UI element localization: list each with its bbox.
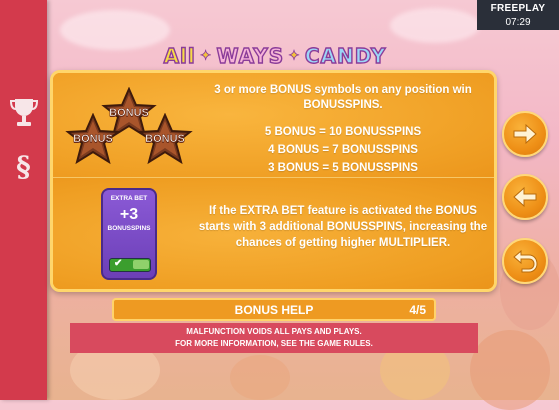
arrow-left-icon xyxy=(513,186,537,208)
extra-bet-description: If the EXTRA BET feature is activated th… xyxy=(198,205,488,249)
game-logo: All ✦ WAYS ✦ CANDY xyxy=(140,43,410,69)
logo-word-all: All xyxy=(163,43,196,68)
left-sidebar: § xyxy=(0,0,47,400)
extra-bet-unit: BONUSSPINS xyxy=(107,225,151,232)
help-title: BONUS HELP xyxy=(234,303,314,317)
bonus-star-label: BONUS xyxy=(145,133,185,146)
extra-bet-amount: +3 xyxy=(119,206,139,223)
clock: 07:29 xyxy=(505,17,531,28)
return-button[interactable] xyxy=(502,238,548,284)
bonus-rule-4: 4 BONUS = 7 BONUSSPINS xyxy=(268,144,418,156)
extra-bet-title: EXTRA BET xyxy=(110,195,148,202)
check-icon: ✔ xyxy=(114,258,123,269)
page-indicator: 4/5 xyxy=(409,303,426,317)
trophy-icon[interactable] xyxy=(0,96,47,135)
bonus-star-icon: BONUS xyxy=(65,113,121,165)
logo-star-icon: ✦ xyxy=(199,48,213,65)
next-page-button[interactable] xyxy=(502,111,548,157)
previous-page-button[interactable] xyxy=(502,174,548,220)
help-panel: BONUS BONUS BONUS 3 or more BONUS symbol… xyxy=(50,70,497,292)
disclaimer-box: MALFUNCTION VOIDS ALL PAYS AND PLAYS. FO… xyxy=(70,323,478,353)
logo-word-ways: WAYS xyxy=(216,43,285,68)
background-candy xyxy=(470,330,550,410)
background-cloud xyxy=(390,8,480,43)
bonus-rules-section: BONUS BONUS BONUS 3 or more BONUS symbol… xyxy=(53,73,494,177)
bonus-star-icon: BONUS xyxy=(137,113,193,165)
return-icon xyxy=(513,249,538,273)
bonus-rules-list: 5 BONUS = 10 BONUSSPINS 4 BONUS = 7 BONU… xyxy=(193,123,493,177)
disclaimer-line-2: FOR MORE INFORMATION, SEE THE GAME RULES… xyxy=(175,339,373,348)
bonus-rule-3: 3 BONUS = 5 BONUSSPINS xyxy=(268,162,418,174)
extra-bet-card: EXTRA BET +3 BONUSSPINS ✔ xyxy=(101,188,157,280)
help-title-bar: BONUS HELP 4/5 xyxy=(112,298,436,321)
arrow-right-icon xyxy=(513,123,537,145)
toggle-knob xyxy=(133,260,149,269)
bonus-rule-5: 5 BONUS = 10 BONUSSPINS xyxy=(264,126,422,138)
rules-section-icon[interactable]: § xyxy=(0,150,47,183)
logo-word-candy: CANDY xyxy=(304,43,387,68)
status-box: FREEPLAY 07:29 xyxy=(477,0,559,30)
bonus-star-label: BONUS xyxy=(73,133,113,146)
bonus-trigger-text: 3 or more BONUS symbols on any position … xyxy=(214,84,472,111)
extra-bet-toggle: ✔ xyxy=(109,258,151,272)
bonus-symbols-group: BONUS BONUS BONUS xyxy=(63,83,193,173)
logo-star-icon: ✦ xyxy=(288,48,301,65)
play-mode-label: FREEPLAY xyxy=(490,3,546,14)
disclaimer-line-1: MALFUNCTION VOIDS ALL PAYS AND PLAYS. xyxy=(186,327,362,336)
background-candy xyxy=(230,355,290,400)
